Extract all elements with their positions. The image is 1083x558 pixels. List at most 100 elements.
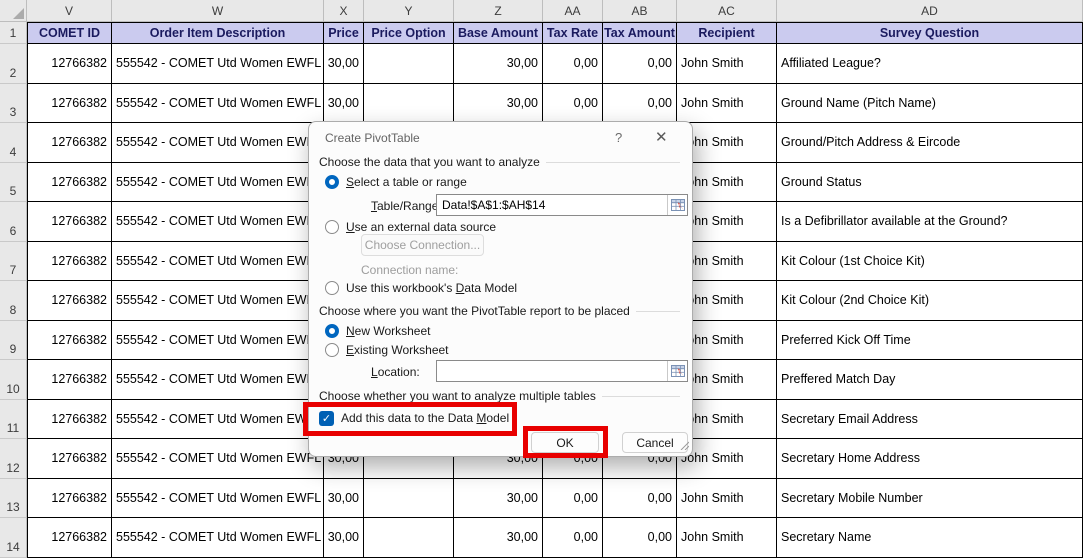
- column-header-V[interactable]: V: [27, 0, 112, 22]
- column-header-X[interactable]: X: [324, 0, 364, 22]
- column-header-AB[interactable]: AB: [603, 0, 677, 22]
- row-header-4[interactable]: 4: [0, 123, 27, 163]
- cell-comet_id[interactable]: 12766382: [27, 518, 112, 558]
- cell-survey_question[interactable]: Kit Colour (2nd Choice Kit): [777, 281, 1083, 321]
- cell-tax_rate[interactable]: 0,00: [543, 479, 603, 519]
- radio-new-worksheet[interactable]: New Worksheet: [325, 323, 430, 338]
- range-picker-icon[interactable]: [667, 195, 687, 215]
- cell-price[interactable]: 30,00: [324, 44, 364, 84]
- cell-base_amount[interactable]: 30,00: [454, 44, 543, 84]
- cell-tax_rate[interactable]: 0,00: [543, 518, 603, 558]
- cell-description[interactable]: 555542 - COMET Utd Women EWFL: [112, 400, 324, 440]
- row-header-3[interactable]: 3: [0, 84, 27, 124]
- cell-survey_question[interactable]: Ground/Pitch Address & Eircode: [777, 123, 1083, 163]
- resize-grip-icon[interactable]: [679, 439, 689, 453]
- cell-survey_question[interactable]: Secretary Email Address: [777, 400, 1083, 440]
- row-header-11[interactable]: 11: [0, 400, 27, 440]
- column-header-AD[interactable]: AD: [777, 0, 1083, 22]
- cell-description[interactable]: 555542 - COMET Utd Women EWFL: [112, 360, 324, 400]
- cell-description[interactable]: 555542 - COMET Utd Women EWFL: [112, 242, 324, 282]
- radio-select-table-range[interactable]: Select a table or range: [325, 174, 467, 189]
- cell-price[interactable]: 30,00: [324, 84, 364, 124]
- cell-price[interactable]: 30,00: [324, 479, 364, 519]
- location-input[interactable]: [436, 360, 688, 382]
- range-picker-icon[interactable]: [667, 361, 687, 381]
- cell-comet_id[interactable]: 12766382: [27, 281, 112, 321]
- cell-survey_question[interactable]: Secretary Home Address: [777, 439, 1083, 479]
- header-cell-survey_question[interactable]: Survey Question: [777, 22, 1083, 44]
- cell-comet_id[interactable]: 12766382: [27, 242, 112, 282]
- row-header-8[interactable]: 8: [0, 281, 27, 321]
- header-cell-tax_rate[interactable]: Tax Rate: [543, 22, 603, 44]
- header-cell-price_option[interactable]: Price Option: [364, 22, 454, 44]
- cell-description[interactable]: 555542 - COMET Utd Women EWFL: [112, 163, 324, 203]
- cell-description[interactable]: 555542 - COMET Utd Women EWFL: [112, 84, 324, 124]
- choose-connection-button[interactable]: Choose Connection...: [361, 234, 484, 256]
- column-header-W[interactable]: W: [112, 0, 324, 22]
- cell-tax_amount[interactable]: 0,00: [603, 44, 677, 84]
- cell-recipient[interactable]: John Smith: [677, 479, 777, 519]
- cell-comet_id[interactable]: 12766382: [27, 400, 112, 440]
- column-header-AA[interactable]: AA: [543, 0, 603, 22]
- cell-survey_question[interactable]: Affiliated League?: [777, 44, 1083, 84]
- cell-base_amount[interactable]: 30,00: [454, 479, 543, 519]
- cell-description[interactable]: 555542 - COMET Utd Women EWFL: [112, 202, 324, 242]
- cell-comet_id[interactable]: 12766382: [27, 360, 112, 400]
- cell-tax_amount[interactable]: 0,00: [603, 479, 677, 519]
- cell-comet_id[interactable]: 12766382: [27, 84, 112, 124]
- cell-recipient[interactable]: John Smith: [677, 44, 777, 84]
- cell-price_option[interactable]: [364, 518, 454, 558]
- header-cell-recipient[interactable]: Recipient: [677, 22, 777, 44]
- header-cell-comet_id[interactable]: COMET ID: [27, 22, 112, 44]
- help-icon[interactable]: ?: [615, 130, 622, 145]
- cell-price_option[interactable]: [364, 84, 454, 124]
- cell-description[interactable]: 555542 - COMET Utd Women EWFL: [112, 439, 324, 479]
- row-header-7[interactable]: 7: [0, 242, 27, 282]
- cell-tax_rate[interactable]: 0,00: [543, 84, 603, 124]
- cell-tax_amount[interactable]: 0,00: [603, 518, 677, 558]
- cell-description[interactable]: 555542 - COMET Utd Women EWFL: [112, 321, 324, 361]
- cell-recipient[interactable]: John Smith: [677, 518, 777, 558]
- radio-external-data-source[interactable]: Use an external data source: [325, 219, 496, 234]
- table-range-input[interactable]: Data!$A$1:$AH$14: [436, 194, 688, 216]
- close-icon[interactable]: ✕: [655, 128, 668, 146]
- row-header-5[interactable]: 5: [0, 163, 27, 203]
- cell-price_option[interactable]: [364, 479, 454, 519]
- header-cell-tax_amount[interactable]: Tax Amount: [603, 22, 677, 44]
- radio-existing-worksheet[interactable]: Existing Worksheet: [325, 342, 449, 357]
- cell-survey_question[interactable]: Ground Status: [777, 163, 1083, 203]
- cell-base_amount[interactable]: 30,00: [454, 518, 543, 558]
- row-header-10[interactable]: 10: [0, 360, 27, 400]
- cell-survey_question[interactable]: Preffered Match Day: [777, 360, 1083, 400]
- radio-workbook-data-model[interactable]: Use this workbook's Data Model: [325, 280, 517, 295]
- header-cell-description[interactable]: Order Item Description: [112, 22, 324, 44]
- cell-comet_id[interactable]: 12766382: [27, 202, 112, 242]
- cell-tax_rate[interactable]: 0,00: [543, 44, 603, 84]
- cell-survey_question[interactable]: Secretary Name: [777, 518, 1083, 558]
- cell-survey_question[interactable]: Kit Colour (1st Choice Kit): [777, 242, 1083, 282]
- cell-base_amount[interactable]: 30,00: [454, 84, 543, 124]
- select-all-corner[interactable]: [0, 0, 27, 22]
- row-header-14[interactable]: 14: [0, 518, 27, 558]
- column-header-AC[interactable]: AC: [677, 0, 777, 22]
- row-header-1[interactable]: 1: [0, 22, 27, 44]
- cell-tax_amount[interactable]: 0,00: [603, 84, 677, 124]
- row-header-9[interactable]: 9: [0, 321, 27, 361]
- cell-comet_id[interactable]: 12766382: [27, 439, 112, 479]
- cell-price_option[interactable]: [364, 44, 454, 84]
- cell-description[interactable]: 555542 - COMET Utd Women EWFL: [112, 518, 324, 558]
- row-header-6[interactable]: 6: [0, 202, 27, 242]
- cell-description[interactable]: 555542 - COMET Utd Women EWFL: [112, 123, 324, 163]
- cell-comet_id[interactable]: 12766382: [27, 479, 112, 519]
- header-cell-base_amount[interactable]: Base Amount: [454, 22, 543, 44]
- column-header-Y[interactable]: Y: [364, 0, 454, 22]
- cell-comet_id[interactable]: 12766382: [27, 44, 112, 84]
- column-header-Z[interactable]: Z: [454, 0, 543, 22]
- cell-description[interactable]: 555542 - COMET Utd Women EWFL: [112, 281, 324, 321]
- header-cell-price[interactable]: Price: [324, 22, 364, 44]
- cell-comet_id[interactable]: 12766382: [27, 123, 112, 163]
- cell-survey_question[interactable]: Ground Name (Pitch Name): [777, 84, 1083, 124]
- row-header-13[interactable]: 13: [0, 479, 27, 519]
- cell-recipient[interactable]: John Smith: [677, 84, 777, 124]
- cell-survey_question[interactable]: Is a Defibrillator available at the Grou…: [777, 202, 1083, 242]
